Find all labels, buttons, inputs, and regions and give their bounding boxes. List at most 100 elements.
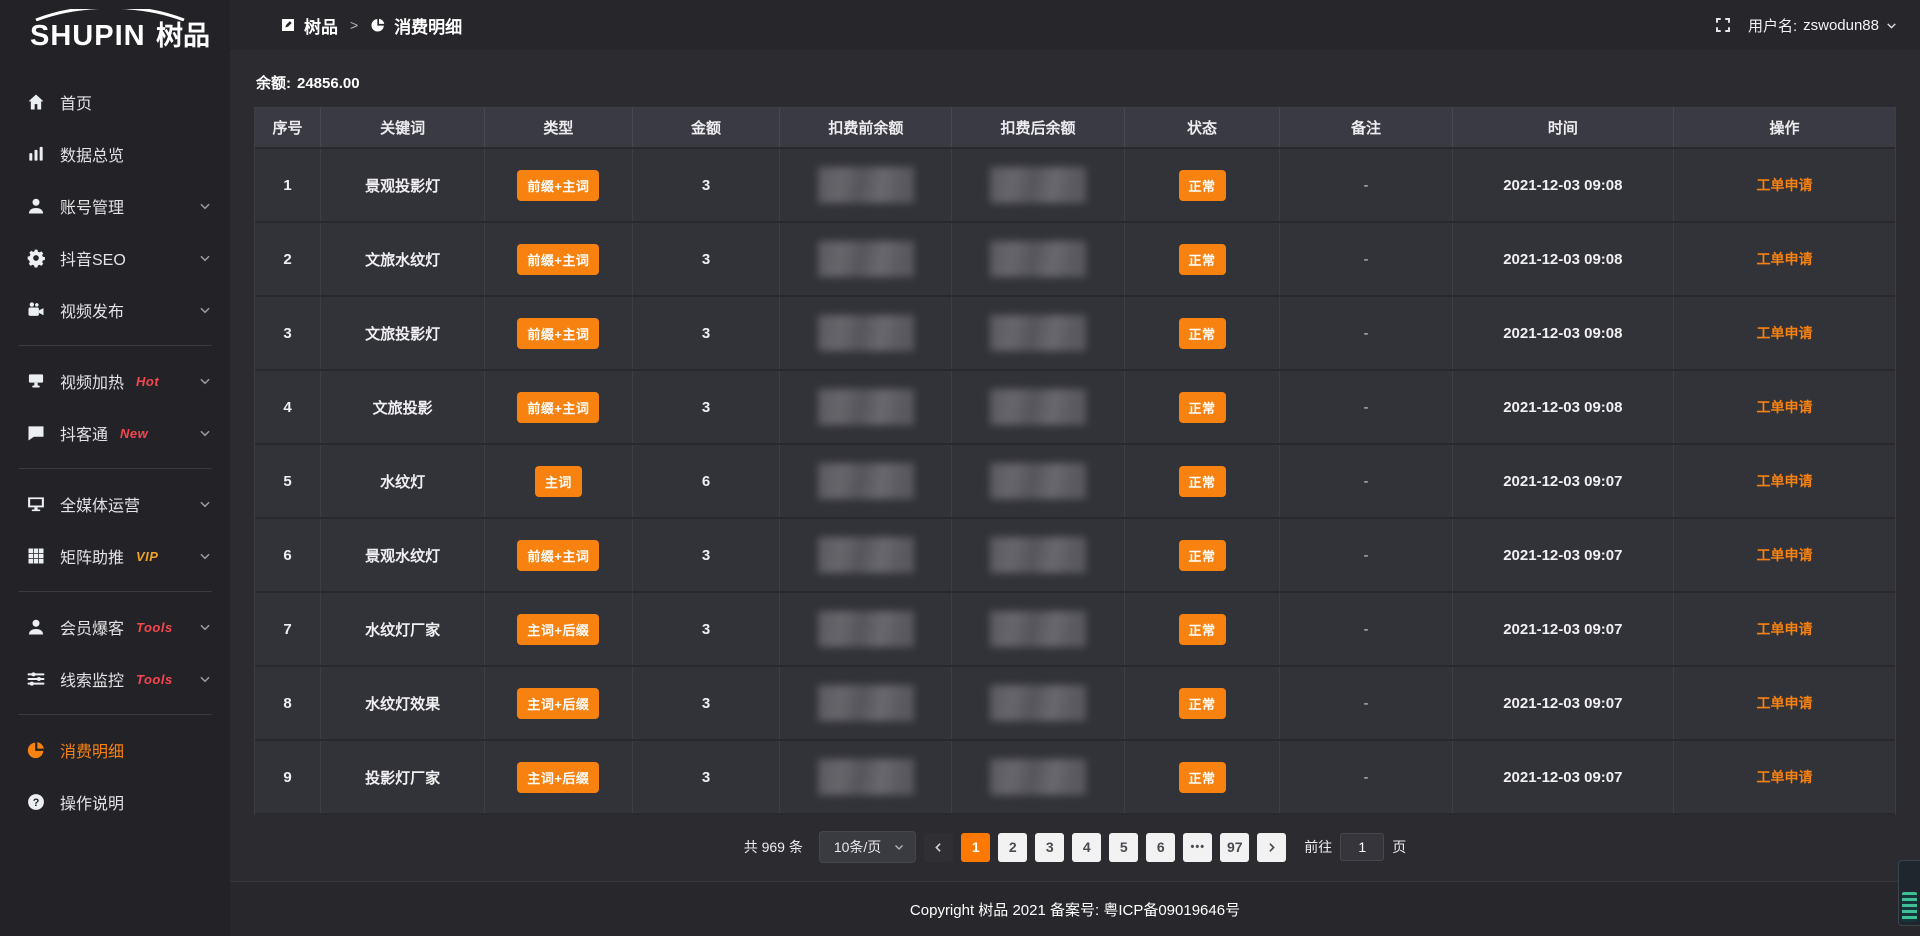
gear-icon	[26, 248, 46, 268]
sidebar-divider	[18, 714, 212, 715]
time-cell: 2021-12-03 09:07	[1452, 740, 1673, 814]
chevron-down	[893, 841, 905, 853]
work-order-link[interactable]: 工单申请	[1757, 695, 1813, 711]
amount-cell: 6	[632, 444, 780, 518]
type-cell: 前缀+主词	[485, 370, 633, 444]
grid-icon	[26, 546, 46, 566]
remark-cell: -	[1280, 222, 1452, 296]
logo[interactable]: SHUPIN 树品	[0, 0, 230, 70]
pagination-total: 共 969 条	[744, 837, 803, 857]
topbar: 树品>消费明细 用户名: zswodun88	[230, 0, 1920, 50]
work-order-link[interactable]: 工单申请	[1757, 399, 1813, 415]
action-cell: 工单申请	[1674, 740, 1895, 814]
breadcrumb-label: 消费明细	[394, 13, 462, 38]
keyword-value: 水纹灯厂家	[365, 622, 440, 639]
balance-label: 余额:	[256, 75, 291, 92]
page-button-2[interactable]: 2	[998, 833, 1027, 862]
blurred-balance-after	[990, 537, 1086, 573]
breadcrumb-item-0[interactable]: 树品	[280, 13, 338, 38]
page-button-3[interactable]: 3	[1035, 833, 1064, 862]
column-header-3: 金额	[632, 108, 780, 148]
sidebar-item-video-publish[interactable]: 视频发布	[0, 284, 230, 336]
work-order-link[interactable]: 工单申请	[1757, 547, 1813, 563]
status-cell: 正常	[1124, 518, 1280, 592]
type-badge: 主词+后缀	[517, 614, 599, 645]
sidebar-item-douyin-seo[interactable]: 抖音SEO	[0, 232, 230, 284]
column-header-6: 状态	[1124, 108, 1280, 148]
type-badge: 主词+后缀	[517, 688, 599, 719]
remark-cell: -	[1280, 444, 1452, 518]
goto-page-input[interactable]	[1340, 833, 1384, 861]
blurred-balance-after	[990, 315, 1086, 351]
sidebar-item-consumption-detail[interactable]: 消费明细	[0, 724, 230, 776]
fullscreen-icon[interactable]	[1714, 16, 1732, 34]
table-row: 3文旅投影灯前缀+主词3正常-2021-12-03 09:08工单申请	[255, 296, 1895, 370]
work-order-link[interactable]: 工单申请	[1757, 621, 1813, 637]
sidebar-item-clue-monitor[interactable]: 线索监控Tools	[0, 653, 230, 705]
page-size-select[interactable]: 10条/页	[819, 831, 916, 863]
remark-value: -	[1364, 251, 1369, 268]
keyword-cell: 景观水纹灯	[321, 518, 485, 592]
remark-value: -	[1364, 769, 1369, 786]
column-header-8: 时间	[1452, 108, 1673, 148]
sidebar-divider	[18, 345, 212, 346]
sidebar-item-video-heat[interactable]: 视频加热Hot	[0, 355, 230, 407]
page-button-4[interactable]: 4	[1072, 833, 1101, 862]
action-cell: 工单申请	[1674, 592, 1895, 666]
sidebar-item-media-operation[interactable]: 全媒体运营	[0, 478, 230, 530]
status-cell: 正常	[1124, 666, 1280, 740]
amount-value: 3	[702, 251, 710, 268]
work-order-link[interactable]: 工单申请	[1757, 473, 1813, 489]
keyword-cell: 文旅水纹灯	[321, 222, 485, 296]
sidebar-item-member-burst[interactable]: 会员爆客Tools	[0, 601, 230, 653]
next-page-button[interactable]	[1257, 833, 1286, 862]
user-menu[interactable]: 用户名: zswodun88	[1748, 15, 1898, 36]
index-cell: 9	[255, 740, 321, 814]
sidebar-item-matrix-boost[interactable]: 矩阵助推VIP	[0, 530, 230, 582]
balance-before-cell	[780, 518, 952, 592]
index-cell: 8	[255, 666, 321, 740]
floating-widget[interactable]	[1898, 860, 1920, 926]
balance: 余额: 24856.00	[256, 72, 1894, 93]
keyword-value: 景观投影灯	[365, 178, 440, 195]
table-header-row: 序号关键词类型金额扣费前余额扣费后余额状态备注时间操作	[255, 108, 1895, 148]
status-badge: 正常	[1179, 614, 1226, 645]
amount-value: 3	[702, 769, 710, 786]
status-badge: 正常	[1179, 688, 1226, 719]
monitor-icon	[26, 494, 46, 514]
remark-value: -	[1364, 473, 1369, 490]
balance-value: 24856.00	[297, 75, 360, 92]
screen-icon	[26, 371, 46, 391]
work-order-link[interactable]: 工单申请	[1757, 177, 1813, 193]
more-pages-button[interactable]: •••	[1183, 833, 1212, 862]
breadcrumb-item-1[interactable]: 消费明细	[370, 13, 462, 38]
table-row: 7水纹灯厂家主词+后缀3正常-2021-12-03 09:07工单申请	[255, 592, 1895, 666]
consumption-table: 序号关键词类型金额扣费前余额扣费后余额状态备注时间操作 1景观投影灯前缀+主词3…	[255, 108, 1895, 815]
work-order-link[interactable]: 工单申请	[1757, 325, 1813, 341]
work-order-link[interactable]: 工单申请	[1757, 251, 1813, 267]
index-cell: 1	[255, 148, 321, 222]
page-button-last[interactable]: 97	[1220, 833, 1249, 862]
sidebar-item-account-management[interactable]: 账号管理	[0, 180, 230, 232]
balance-before-cell	[780, 148, 952, 222]
sidebar-item-home[interactable]: 首页	[0, 76, 230, 128]
prev-page-button[interactable]	[924, 833, 953, 862]
sidebar-item-label: 账号管理	[60, 194, 124, 218]
index-value: 7	[283, 621, 291, 638]
page-button-6[interactable]: 6	[1146, 833, 1175, 862]
sidebar-item-data-overview[interactable]: 数据总览	[0, 128, 230, 180]
amount-value: 3	[702, 621, 710, 638]
blurred-balance-before	[818, 241, 914, 277]
time-cell: 2021-12-03 09:08	[1452, 370, 1673, 444]
main-pane: 树品>消费明细 用户名: zswodun88 余额: 24856.00	[230, 0, 1920, 936]
sidebar-item-douketong[interactable]: 抖客通New	[0, 407, 230, 459]
video-camera-icon	[26, 300, 46, 320]
index-value: 1	[283, 177, 291, 194]
amount-value: 3	[702, 177, 710, 194]
work-order-link[interactable]: 工单申请	[1757, 769, 1813, 785]
page-button-1[interactable]: 1	[961, 833, 990, 862]
page-button-5[interactable]: 5	[1109, 833, 1138, 862]
footer: Copyright 树品 2021 备案号: 粤ICP备09019646号	[230, 881, 1920, 936]
sidebar-item-operation-guide[interactable]: ?操作说明	[0, 776, 230, 828]
sidebar-item-label: 矩阵助推	[60, 544, 124, 568]
